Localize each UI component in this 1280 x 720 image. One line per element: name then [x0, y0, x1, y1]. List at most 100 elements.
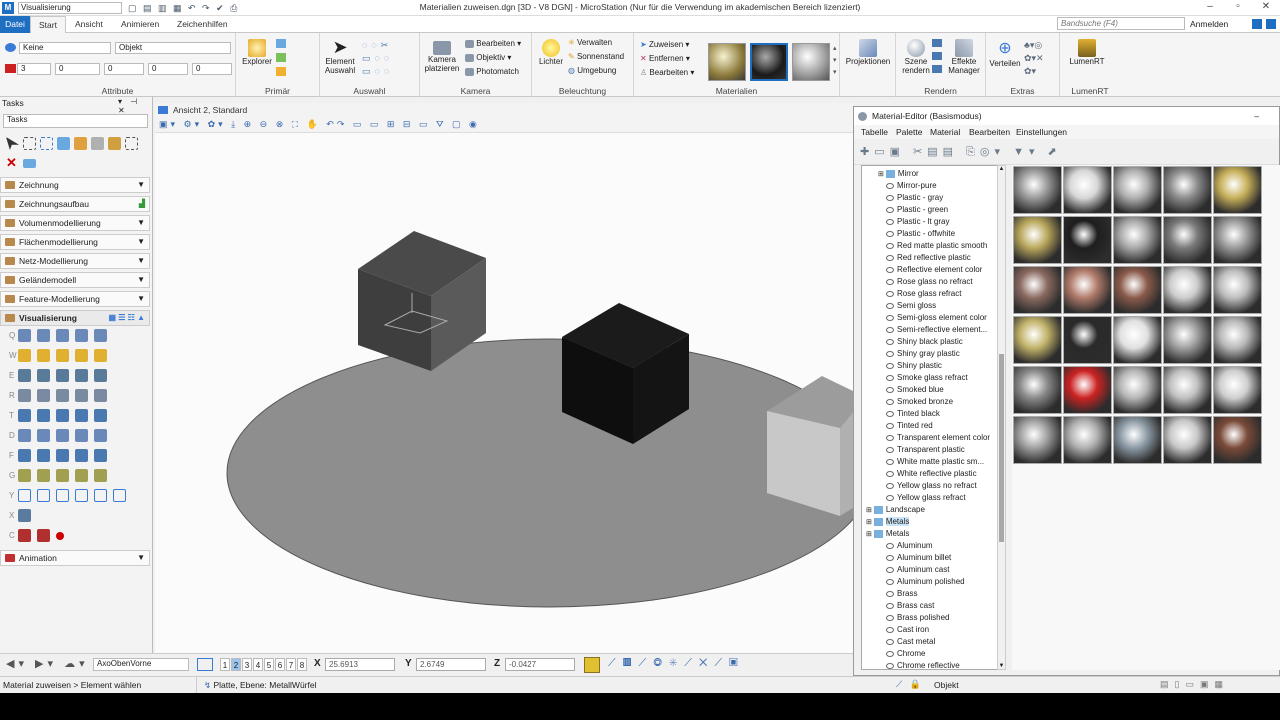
panel-controls[interactable]: ▾ ⊣ ✕	[118, 97, 152, 115]
visualization-tool-icon[interactable]	[56, 349, 69, 362]
material-swatch[interactable]	[1013, 416, 1062, 464]
task-header-netz[interactable]: Netz-Modellierung ▼	[0, 253, 150, 269]
render-scene-button[interactable]: Szene rendern	[898, 39, 934, 75]
projections-button[interactable]: Projektionen	[842, 39, 894, 66]
visualization-tool-icon[interactable]	[75, 469, 88, 482]
modify-tool-icon[interactable]	[91, 137, 104, 150]
primary-tools-icon[interactable]	[276, 39, 312, 79]
visualization-tool-icon[interactable]	[18, 349, 31, 362]
tree-item[interactable]: Semi-gloss element color	[886, 312, 987, 324]
tree-item[interactable]: Aluminum cast	[886, 564, 949, 576]
task-header-animation[interactable]: Animation ▼	[0, 550, 150, 566]
task-header-feature[interactable]: Feature-Modellierung ▼	[0, 291, 150, 307]
move-tool-icon[interactable]	[57, 137, 70, 150]
tree-item[interactable]: ⊞ Metals	[866, 528, 909, 540]
material-swatch[interactable]	[1063, 166, 1112, 214]
material-swatch[interactable]	[1113, 266, 1162, 314]
visualization-tool-icon[interactable]	[18, 409, 31, 422]
menu-einstellungen[interactable]: Einstellungen	[1016, 127, 1067, 137]
tab-zeichenhilfen[interactable]: Zeichenhilfen	[169, 16, 236, 33]
x-coordinate-field[interactable]: 25.6913	[325, 658, 395, 671]
tree-item[interactable]: ⊞ Landscape	[866, 504, 925, 516]
gallery-scroll[interactable]: ▴ ▾ ▾	[833, 43, 837, 79]
material-swatch[interactable]	[1163, 166, 1212, 214]
visualization-tool-icon[interactable]	[75, 449, 88, 462]
material-remove-button[interactable]: ✕ Entfernen ▾	[640, 54, 690, 63]
visualization-tool-icon[interactable]	[18, 389, 31, 402]
expand-icon[interactable]: ⊞	[878, 171, 886, 178]
material-swatch[interactable]	[1013, 316, 1062, 364]
visualization-tool-icon[interactable]	[37, 429, 50, 442]
z-coordinate-field[interactable]: -0.0427	[505, 658, 575, 671]
tree-item[interactable]: Shiny black plastic	[886, 336, 963, 348]
login-link[interactable]: Anmelden	[1190, 19, 1228, 29]
sun-position-button[interactable]: ✎ Sonnenstand	[568, 52, 624, 61]
distribute-button[interactable]: ⊕ Verteilen	[988, 39, 1022, 68]
tree-item[interactable]: Plastic - gray	[886, 192, 943, 204]
view-groups-icon[interactable]	[197, 658, 213, 671]
view-number-button[interactable]: 8	[297, 658, 307, 671]
menu-tabelle[interactable]: Tabelle	[861, 127, 888, 137]
line-weight-combo[interactable]: 0	[104, 63, 144, 75]
material-gallery-item[interactable]	[708, 43, 746, 81]
priority-combo[interactable]: 0	[192, 63, 232, 75]
material-swatch[interactable]	[1213, 416, 1262, 464]
visualization-tool-icon[interactable]	[18, 469, 31, 482]
view-tools-icons[interactable]: ▣▾ ⚙▾ ✿▾ ⤓ ⊕ ⊖ ⊗ ⛶ ✋ ↶↷ ▭ ▭ ⊞ ⊟ ▭ ⛛ ▢ ◉	[159, 119, 480, 130]
tree-item[interactable]: Aluminum	[886, 540, 933, 552]
material-swatch[interactable]	[1163, 216, 1212, 264]
tree-item[interactable]: Chrome reflective	[886, 660, 960, 669]
editor-tools-icons[interactable]: ✚▭▣ ✂▤▤ ⎘◎▾ ▼▾ ⬈	[860, 145, 1062, 159]
task-header-zeichnungsaufbau[interactable]: Zeichnungsaufbau ▟	[0, 196, 150, 212]
transparency-combo[interactable]: 0	[148, 63, 188, 75]
element-template-combo[interactable]: Objekt	[115, 42, 231, 54]
workspace-select[interactable]: Visualisierung	[18, 2, 122, 14]
visualization-tool-icon[interactable]	[75, 369, 88, 382]
material-swatch[interactable]	[1213, 266, 1262, 314]
task-header-gelaendemodell[interactable]: Geländemodell ▼	[0, 272, 150, 288]
camera-lens-button[interactable]: Objektiv ▾	[465, 53, 511, 62]
tree-item[interactable]: Brass	[886, 588, 917, 600]
camera-place-button[interactable]: Kamera platzieren	[424, 41, 460, 73]
visualization-tool-icon[interactable]	[94, 449, 107, 462]
view-rotation-combo[interactable]: AxoObenVorne	[93, 658, 189, 671]
visualization-tool-icon[interactable]	[37, 529, 50, 542]
scroll-up-icon[interactable]: ▲	[998, 166, 1005, 172]
menu-palette[interactable]: Palette	[896, 127, 922, 137]
visualization-tool-icon[interactable]	[56, 469, 69, 482]
tree-item[interactable]: Smoked bronze	[886, 396, 953, 408]
visualization-tool-icon[interactable]	[37, 489, 50, 502]
view-number-button[interactable]: 4	[253, 658, 263, 671]
tree-item[interactable]: Plastic - green	[886, 204, 948, 216]
material-edit-button[interactable]: ♙ Bearbeiten ▾	[640, 68, 694, 77]
material-swatch[interactable]	[1113, 166, 1162, 214]
visualization-tool-icon[interactable]	[56, 369, 69, 382]
light-manage-button[interactable]: ✳ Verwalten	[568, 38, 612, 47]
fence-dashed-icon[interactable]	[40, 137, 53, 150]
visualization-tool-icon[interactable]	[18, 429, 31, 442]
tree-item[interactable]: Shiny gray plastic	[886, 348, 960, 360]
tree-item[interactable]: Transparent element color	[886, 432, 990, 444]
tree-item[interactable]: Rose glass no refract	[886, 276, 973, 288]
material-swatch[interactable]	[1063, 366, 1112, 414]
material-swatch[interactable]	[1013, 166, 1062, 214]
material-swatch[interactable]	[1063, 266, 1112, 314]
visualization-tool-icon[interactable]	[94, 329, 107, 342]
visualization-tool-icon[interactable]	[18, 329, 31, 342]
quick-access-toolbar[interactable]: ▢ ▤ ▥ ▦ ↶ ↷ ✔ ⎙	[128, 3, 239, 14]
tree-scrollbar[interactable]: ▲ ▼	[997, 165, 1006, 670]
tree-item[interactable]: Plastic - offwhite	[886, 228, 955, 240]
accudraw-icon[interactable]	[584, 657, 600, 673]
visualization-tool-icon[interactable]	[75, 389, 88, 402]
3d-viewport[interactable]	[155, 133, 853, 653]
visualization-tool-icon[interactable]	[18, 369, 31, 382]
extras-tools-icons[interactable]: ♣▾◎ ✿▾✕ ✿▾	[1024, 39, 1054, 77]
visualization-tool-icon[interactable]	[56, 409, 69, 422]
visualization-tool-icon[interactable]	[56, 429, 69, 442]
tree-item[interactable]: Red matte plastic smooth	[886, 240, 987, 252]
tree-item[interactable]: ⊞ Metals	[866, 516, 910, 528]
visualization-tool-icon[interactable]	[75, 409, 88, 422]
material-swatch[interactable]	[1063, 416, 1112, 464]
material-swatch[interactable]	[1063, 316, 1112, 364]
material-swatch[interactable]	[1213, 366, 1262, 414]
